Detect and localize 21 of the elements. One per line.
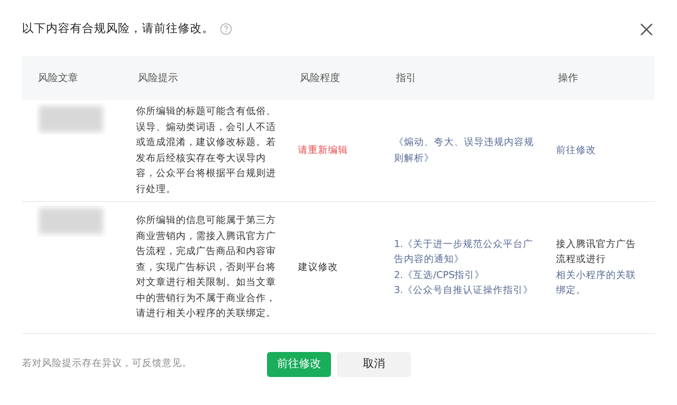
column-header: 风险文章 bbox=[38, 72, 78, 84]
close-icon[interactable] bbox=[640, 22, 653, 36]
dialog-title: 以下内容有合规风险，请前往修改。 bbox=[22, 20, 214, 38]
primary-button[interactable]: 前往修改 bbox=[267, 352, 331, 376]
action-link[interactable]: 相关小程序的关联绑定。 bbox=[556, 268, 638, 298]
action-link[interactable]: 前往修改 bbox=[556, 144, 596, 156]
risk-level: 建议修改 bbox=[298, 262, 338, 273]
column-header: 风险程度 bbox=[300, 72, 340, 84]
column-header: 操作 bbox=[558, 72, 578, 84]
column-header: 风险提示 bbox=[138, 72, 178, 84]
action-text: 接入腾讯官方广告流程或进行 bbox=[556, 238, 637, 267]
guide-link[interactable]: 1.《关于进一步规范公众平台广告内容的通知》 bbox=[394, 236, 534, 268]
guide-link[interactable]: 3.《公众号自推认证操作指引》 bbox=[394, 283, 534, 298]
column-header: 指引 bbox=[396, 72, 416, 84]
risk-hint: 你所编辑的信息可能属于第三方商业营销内，需接入腾讯官方广告流程，完成广告商品和内容审查，实现广告标识，否则平台将对文章进行相关限制。如当文章中的营销行为不属于商业合作，请进行相关小程序的关联绑定。 bbox=[136, 215, 276, 320]
feedback-note: 若对风险提示存在异议，可反馈意见。 bbox=[22, 356, 193, 371]
cancel-button[interactable]: 取消 bbox=[337, 352, 411, 376]
risk-hint: 你所编辑的标题可能含有低俗、误导、煽动类词语，会引人不适或造成混淆，建议修改标题。若发布后经核实存在夸大误导内容，公众平台将根据平台规则进行处理。 bbox=[136, 106, 276, 194]
guide-link[interactable]: 《煽动、夸大、误导违规内容规则解析》 bbox=[394, 135, 534, 166]
risk-level: 请重新编辑 bbox=[298, 144, 348, 156]
guide-link[interactable]: 2.《互选/CPS指引》 bbox=[394, 268, 534, 283]
